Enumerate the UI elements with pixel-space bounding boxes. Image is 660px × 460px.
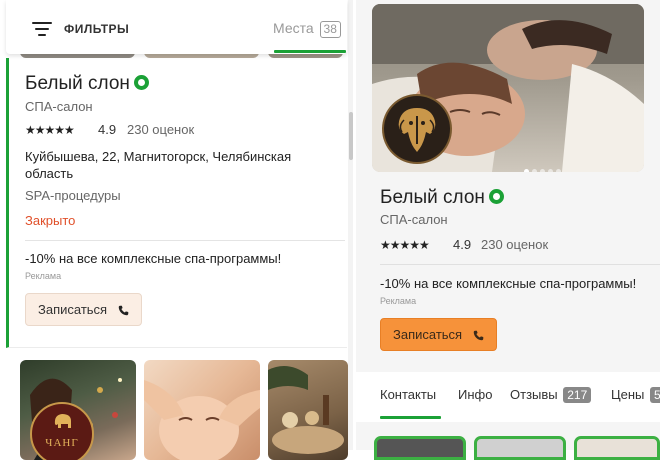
- book-button-label: Записаться: [393, 327, 463, 342]
- place-category: СПА-салон: [25, 99, 93, 114]
- scrollbar-track[interactable]: [348, 0, 353, 450]
- gallery-thumbnail[interactable]: [574, 436, 660, 460]
- detail-title: Белый слон: [380, 187, 504, 209]
- rating-stars-icon: ★★★★★: [380, 238, 430, 252]
- pagination-dot[interactable]: [524, 169, 529, 172]
- place-tag: SPA-процедуры: [25, 188, 121, 203]
- tab-contacts[interactable]: Контакты: [380, 387, 436, 402]
- thumbnail-photo: [144, 380, 260, 460]
- pagination-dot[interactable]: [540, 169, 545, 172]
- place-address: Куйбышева, 22, Магнитогорск, Челябинская…: [25, 149, 292, 181]
- tab-prices[interactable]: Цены 5: [611, 387, 660, 403]
- gallery-thumbnail[interactable]: [374, 436, 466, 460]
- tab-reviews[interactable]: Отзывы 217: [510, 387, 592, 403]
- places-tab[interactable]: Места 38: [273, 20, 341, 38]
- detail-title-text: Белый слон: [380, 187, 485, 208]
- verified-badge-icon: [488, 189, 504, 204]
- promo-text[interactable]: -10% на все комплексные спа-программы!: [25, 251, 281, 266]
- chang-logo-text: ЧАНГ: [45, 437, 79, 449]
- pagination-dot[interactable]: [548, 169, 553, 172]
- place-detail-panel: Белый слон СПА-салон ★★★★★ 4.9 230 оцено…: [356, 0, 660, 460]
- place-title-text: Белый слон: [25, 73, 130, 94]
- elephant-icon: [398, 108, 436, 152]
- elephant-icon: [54, 414, 71, 428]
- place-thumbnail[interactable]: [268, 360, 348, 460]
- book-button[interactable]: Записаться: [380, 318, 497, 351]
- places-tab-indicator: [274, 50, 346, 53]
- places-tab-label: Места: [273, 20, 314, 36]
- gallery-thumbnail[interactable]: [474, 436, 566, 460]
- open-status: Закрыто: [25, 213, 76, 228]
- filter-lines-icon[interactable]: [32, 22, 52, 36]
- rating-value: 4.9: [98, 122, 117, 137]
- reviews-count-badge: 217: [563, 387, 592, 403]
- place-card[interactable]: Белый слон СПА-салон ★★★★★ 4.9 230 оцено…: [6, 58, 347, 348]
- tab-prices-label: Цены: [611, 387, 645, 402]
- prices-count-badge: 5: [650, 387, 660, 403]
- scrollbar-thumb[interactable]: [349, 112, 353, 160]
- rating-stars-icon: ★★★★★: [25, 123, 75, 137]
- book-button-label: Записаться: [38, 302, 108, 317]
- book-button[interactable]: Записаться: [25, 293, 142, 326]
- detail-category: СПА-салон: [380, 212, 448, 227]
- photo-pagination[interactable]: [524, 161, 564, 172]
- filter-bar: ФИЛЬТРЫ Места 38: [6, 0, 347, 54]
- rating-value: 4.9: [453, 237, 472, 252]
- divider: [25, 240, 345, 241]
- search-results-panel: ФИЛЬТРЫ Места 38 Белый слон СПА-салон ★★…: [0, 0, 353, 460]
- tab-reviews-label: Отзывы: [510, 387, 558, 402]
- phone-icon: [473, 330, 484, 341]
- filters-button[interactable]: ФИЛЬТРЫ: [64, 22, 129, 36]
- place-title[interactable]: Белый слон: [25, 73, 149, 95]
- ad-label: Реклама: [380, 296, 417, 306]
- place-thumbnail[interactable]: [144, 360, 260, 460]
- contacts-tab-indicator: [380, 416, 441, 419]
- divider: [380, 264, 660, 265]
- white-elephant-logo: [384, 96, 450, 162]
- pagination-dot[interactable]: [532, 169, 537, 172]
- places-count-badge: 38: [319, 21, 341, 38]
- tab-info[interactable]: Инфо: [458, 387, 492, 402]
- verified-badge-icon: [133, 75, 149, 90]
- pagination-dot[interactable]: [556, 169, 561, 172]
- reviews-count[interactable]: 230 оценок: [481, 237, 548, 252]
- reviews-count[interactable]: 230 оценок: [127, 122, 194, 137]
- promo-text[interactable]: -10% на все комплексные спа-программы!: [380, 276, 636, 291]
- thumbnail-photo: [268, 366, 344, 454]
- phone-icon: [118, 305, 129, 316]
- ad-label: Реклама: [25, 271, 62, 281]
- chang-logo: ЧАНГ: [30, 402, 94, 460]
- place-thumbnail[interactable]: ЧАНГ: [20, 360, 136, 460]
